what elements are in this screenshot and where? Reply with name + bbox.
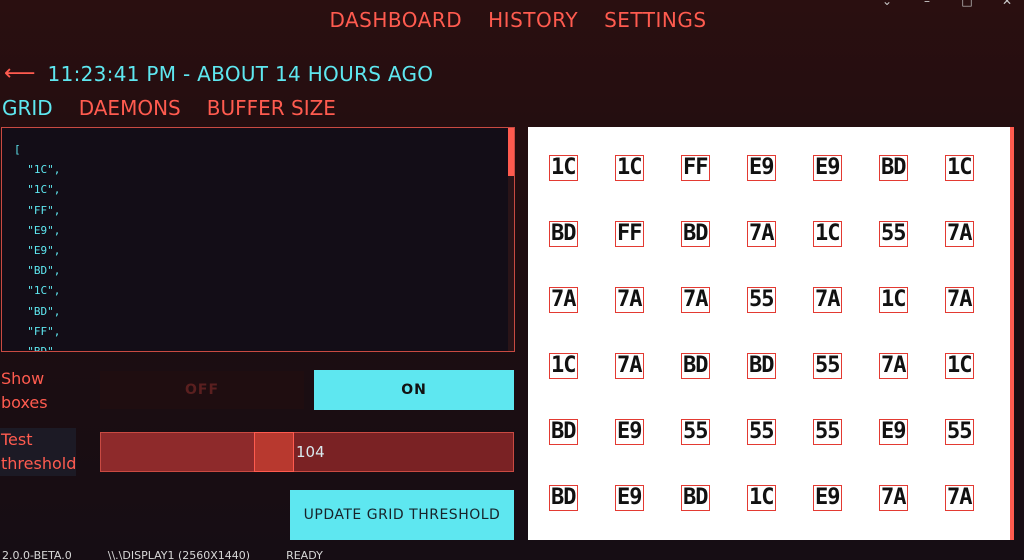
arrow-left-icon[interactable]: ⟵ xyxy=(4,63,36,85)
nav-history[interactable]: HISTORY xyxy=(488,8,578,32)
grid-cell: BD xyxy=(549,221,578,247)
grid-preview: 1C 1C FF E9 E9 BD 1C BD FF BD 7A 1C 55 7A 7A 7A 7A 55 7A 1C… xyxy=(528,127,1011,540)
window-controls: ⌄ – □ ✕ xyxy=(880,0,1014,8)
grid-cell: 1C xyxy=(945,353,974,379)
version-text: 2.0.0-BETA.0 xyxy=(2,549,72,560)
grid-cell: 1C xyxy=(747,485,776,511)
grid-cell: 7A xyxy=(549,287,578,313)
grid-cell: 1C xyxy=(813,221,842,247)
grid-cell: 55 xyxy=(813,353,842,379)
grid-cell: 55 xyxy=(747,287,776,313)
threshold-slider-handle[interactable] xyxy=(254,432,294,472)
threshold-slider[interactable]: 104 xyxy=(100,432,514,472)
grid-cell: 7A xyxy=(945,287,974,313)
threshold-value: 104 xyxy=(296,443,325,461)
grid-cell: 55 xyxy=(945,419,974,445)
update-grid-threshold-button[interactable]: UPDATE GRID THRESHOLD xyxy=(290,490,514,540)
grid-cell: 1C xyxy=(615,155,644,181)
grid-cell: BD xyxy=(681,353,710,379)
grid-cell: BD xyxy=(879,155,908,181)
minimize-chevron-icon[interactable]: ⌄ xyxy=(880,0,894,8)
tab-daemons[interactable]: DAEMONS xyxy=(79,96,181,120)
grid-cell: 7A xyxy=(879,353,908,379)
grid-json-text: [ "1C", "1C", "FF", "E9", "E9", "BD", "1… xyxy=(14,143,61,352)
grid-cell: 55 xyxy=(879,221,908,247)
test-threshold-label: Test threshold xyxy=(0,428,76,476)
tab-grid[interactable]: GRID xyxy=(2,96,53,120)
grid-cell: E9 xyxy=(615,419,644,445)
show-boxes-on-button[interactable]: ON xyxy=(314,370,514,410)
grid-cell: E9 xyxy=(879,419,908,445)
close-icon[interactable]: ✕ xyxy=(1000,0,1014,8)
nav-settings[interactable]: SETTINGS xyxy=(604,8,706,32)
grid-cell: 7A xyxy=(615,353,644,379)
tab-bar: GRID DAEMONS BUFFER SIZE xyxy=(2,96,336,120)
grid-cell: BD xyxy=(681,485,710,511)
grid-cell: 7A xyxy=(945,485,974,511)
code-scrollbar-thumb[interactable] xyxy=(508,128,514,176)
display-text: \\.\DISPLAY1 (2560X1440) xyxy=(107,549,251,560)
grid-cell: FF xyxy=(615,221,644,247)
top-nav: DASHBOARD HISTORY SETTINGS xyxy=(0,8,1024,32)
grid-cell: E9 xyxy=(747,155,776,181)
tab-buffer-size[interactable]: BUFFER SIZE xyxy=(207,96,336,120)
grid-cell: 7A xyxy=(879,485,908,511)
show-boxes-off-button[interactable]: OFF xyxy=(100,371,304,409)
grid-cell: FF xyxy=(681,155,710,181)
grid-json-viewer[interactable]: [ "1C", "1C", "FF", "E9", "E9", "BD", "1… xyxy=(1,127,515,352)
grid-cell: 7A xyxy=(747,221,776,247)
grid-cell: BD xyxy=(747,353,776,379)
grid-scrollbar[interactable] xyxy=(1010,127,1014,540)
threshold-slider-fill xyxy=(101,433,254,471)
grid-cell: BD xyxy=(549,419,578,445)
grid-cell: BD xyxy=(681,221,710,247)
header-row: ⟵ 11:23:41 PM - ABOUT 14 HOURS AGO xyxy=(4,62,433,86)
grid-cell: E9 xyxy=(813,485,842,511)
nav-dashboard[interactable]: DASHBOARD xyxy=(329,8,462,32)
timestamp: 11:23:41 PM - ABOUT 14 HOURS AGO xyxy=(47,62,434,86)
grid-cell: 1C xyxy=(879,287,908,313)
grid-cell: 1C xyxy=(945,155,974,181)
grid-cell: 55 xyxy=(813,419,842,445)
grid-cell: 1C xyxy=(549,155,578,181)
grid-cell: 7A xyxy=(615,287,644,313)
grid-cell: 7A xyxy=(681,287,710,313)
grid-cell: 55 xyxy=(747,419,776,445)
grid-cell: 7A xyxy=(813,287,842,313)
grid-cell: 1C xyxy=(549,353,578,379)
grid-cell: E9 xyxy=(813,155,842,181)
grid-cell: E9 xyxy=(615,485,644,511)
grid-cell: BD xyxy=(549,485,578,511)
maximize-icon[interactable]: □ xyxy=(960,0,974,8)
show-boxes-label: Show boxes xyxy=(1,369,48,412)
minimize-icon[interactable]: – xyxy=(920,0,934,8)
status-text: READY xyxy=(286,549,323,560)
grid-cell: 7A xyxy=(945,221,974,247)
grid-cell: 55 xyxy=(681,419,710,445)
status-bar: 2.0.0-BETA.0 \\.\DISPLAY1 (2560X1440) RE… xyxy=(2,549,323,560)
